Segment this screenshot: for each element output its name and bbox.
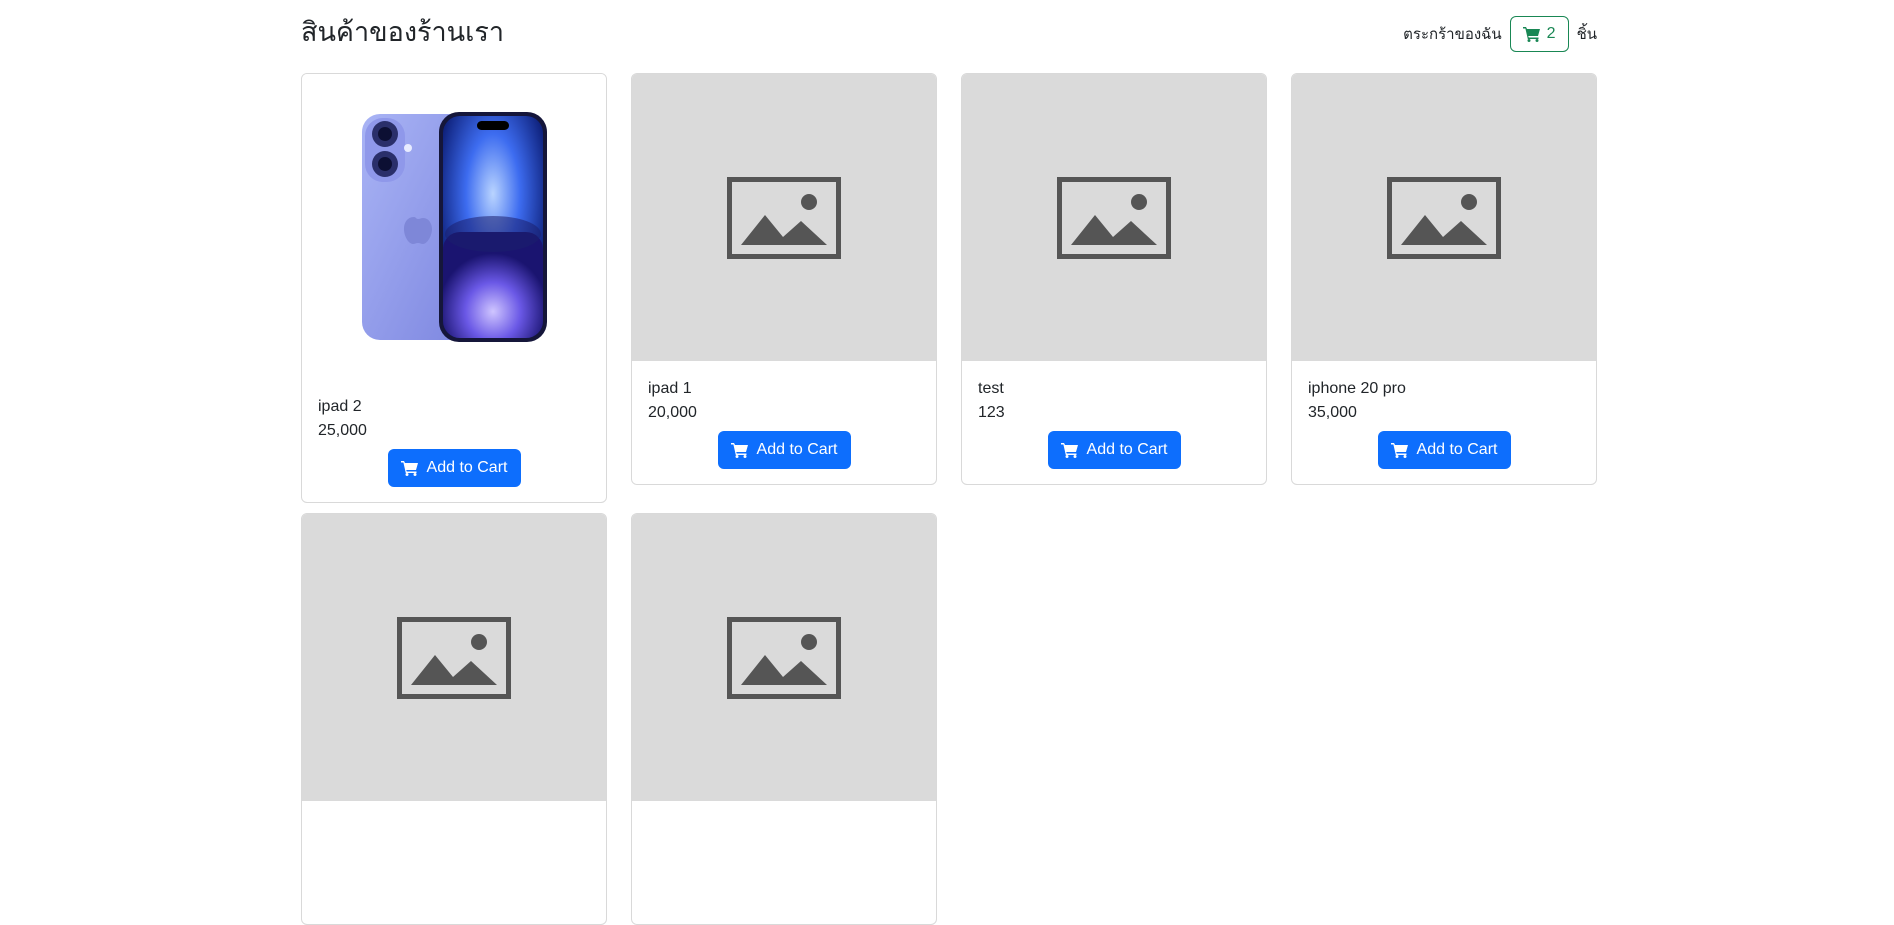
add-to-cart-label: Add to Cart xyxy=(426,459,508,476)
product-image xyxy=(632,514,936,801)
cart-label: ตระกร้าของฉัน xyxy=(1403,25,1502,43)
cart-count: 2 xyxy=(1546,25,1556,42)
product-price: 25,000 xyxy=(318,422,367,439)
add-to-cart-button[interactable]: Add to Cart xyxy=(1377,431,1511,469)
add-to-cart-button[interactable]: Add to Cart xyxy=(387,449,521,487)
add-to-cart-button[interactable]: Add to Cart xyxy=(1047,431,1181,469)
page-container: สินค้าของร้านเรา ตระกร้าของฉัน 2 ชิ้น ip… xyxy=(301,0,1597,925)
product-card xyxy=(631,513,937,925)
product-price: 123 xyxy=(978,404,1005,421)
product-card: ipad 2 25,000 Add to Cart xyxy=(301,73,607,503)
product-name: iphone 20 pro xyxy=(1308,380,1406,397)
header: สินค้าของร้านเรา ตระกร้าของฉัน 2 ชิ้น xyxy=(301,0,1597,70)
image-placeholder-icon xyxy=(1387,176,1501,259)
cart-icon xyxy=(1060,443,1078,458)
product-image xyxy=(632,74,936,361)
product-image xyxy=(962,74,1266,361)
add-to-cart-button[interactable]: Add to Cart xyxy=(717,431,851,469)
product-card: test 123 Add to Cart xyxy=(961,73,1267,485)
image-placeholder-icon xyxy=(727,616,841,699)
cart-icon xyxy=(730,443,748,458)
page-title: สินค้าของร้านเรา xyxy=(301,17,505,48)
product-name: ipad 1 xyxy=(648,380,692,397)
product-card: ipad 1 20,000 Add to Cart xyxy=(631,73,937,485)
product-price: 20,000 xyxy=(648,404,697,421)
product-price: 35,000 xyxy=(1308,404,1357,421)
image-placeholder-icon xyxy=(1057,176,1171,259)
product-image xyxy=(302,514,606,801)
cart-unit-label: ชิ้น xyxy=(1576,25,1597,43)
add-to-cart-label: Add to Cart xyxy=(1416,441,1498,458)
image-placeholder-icon xyxy=(397,616,511,699)
iphone-photo xyxy=(362,111,547,342)
cart-icon xyxy=(1390,443,1408,458)
product-card: iphone 20 pro 35,000 Add to Cart xyxy=(1291,73,1597,485)
product-name: test xyxy=(978,380,1004,397)
add-to-cart-label: Add to Cart xyxy=(1086,441,1168,458)
cart-summary: ตระกร้าของฉัน 2 ชิ้น xyxy=(1403,15,1597,53)
product-card xyxy=(301,513,607,925)
cart-button[interactable]: 2 xyxy=(1509,16,1569,52)
image-placeholder-icon xyxy=(727,176,841,259)
add-to-cart-label: Add to Cart xyxy=(756,441,838,458)
product-name: ipad 2 xyxy=(318,398,362,415)
product-image xyxy=(302,74,606,379)
product-image xyxy=(1292,74,1596,361)
cart-icon xyxy=(1522,27,1540,42)
cart-icon xyxy=(400,461,418,476)
